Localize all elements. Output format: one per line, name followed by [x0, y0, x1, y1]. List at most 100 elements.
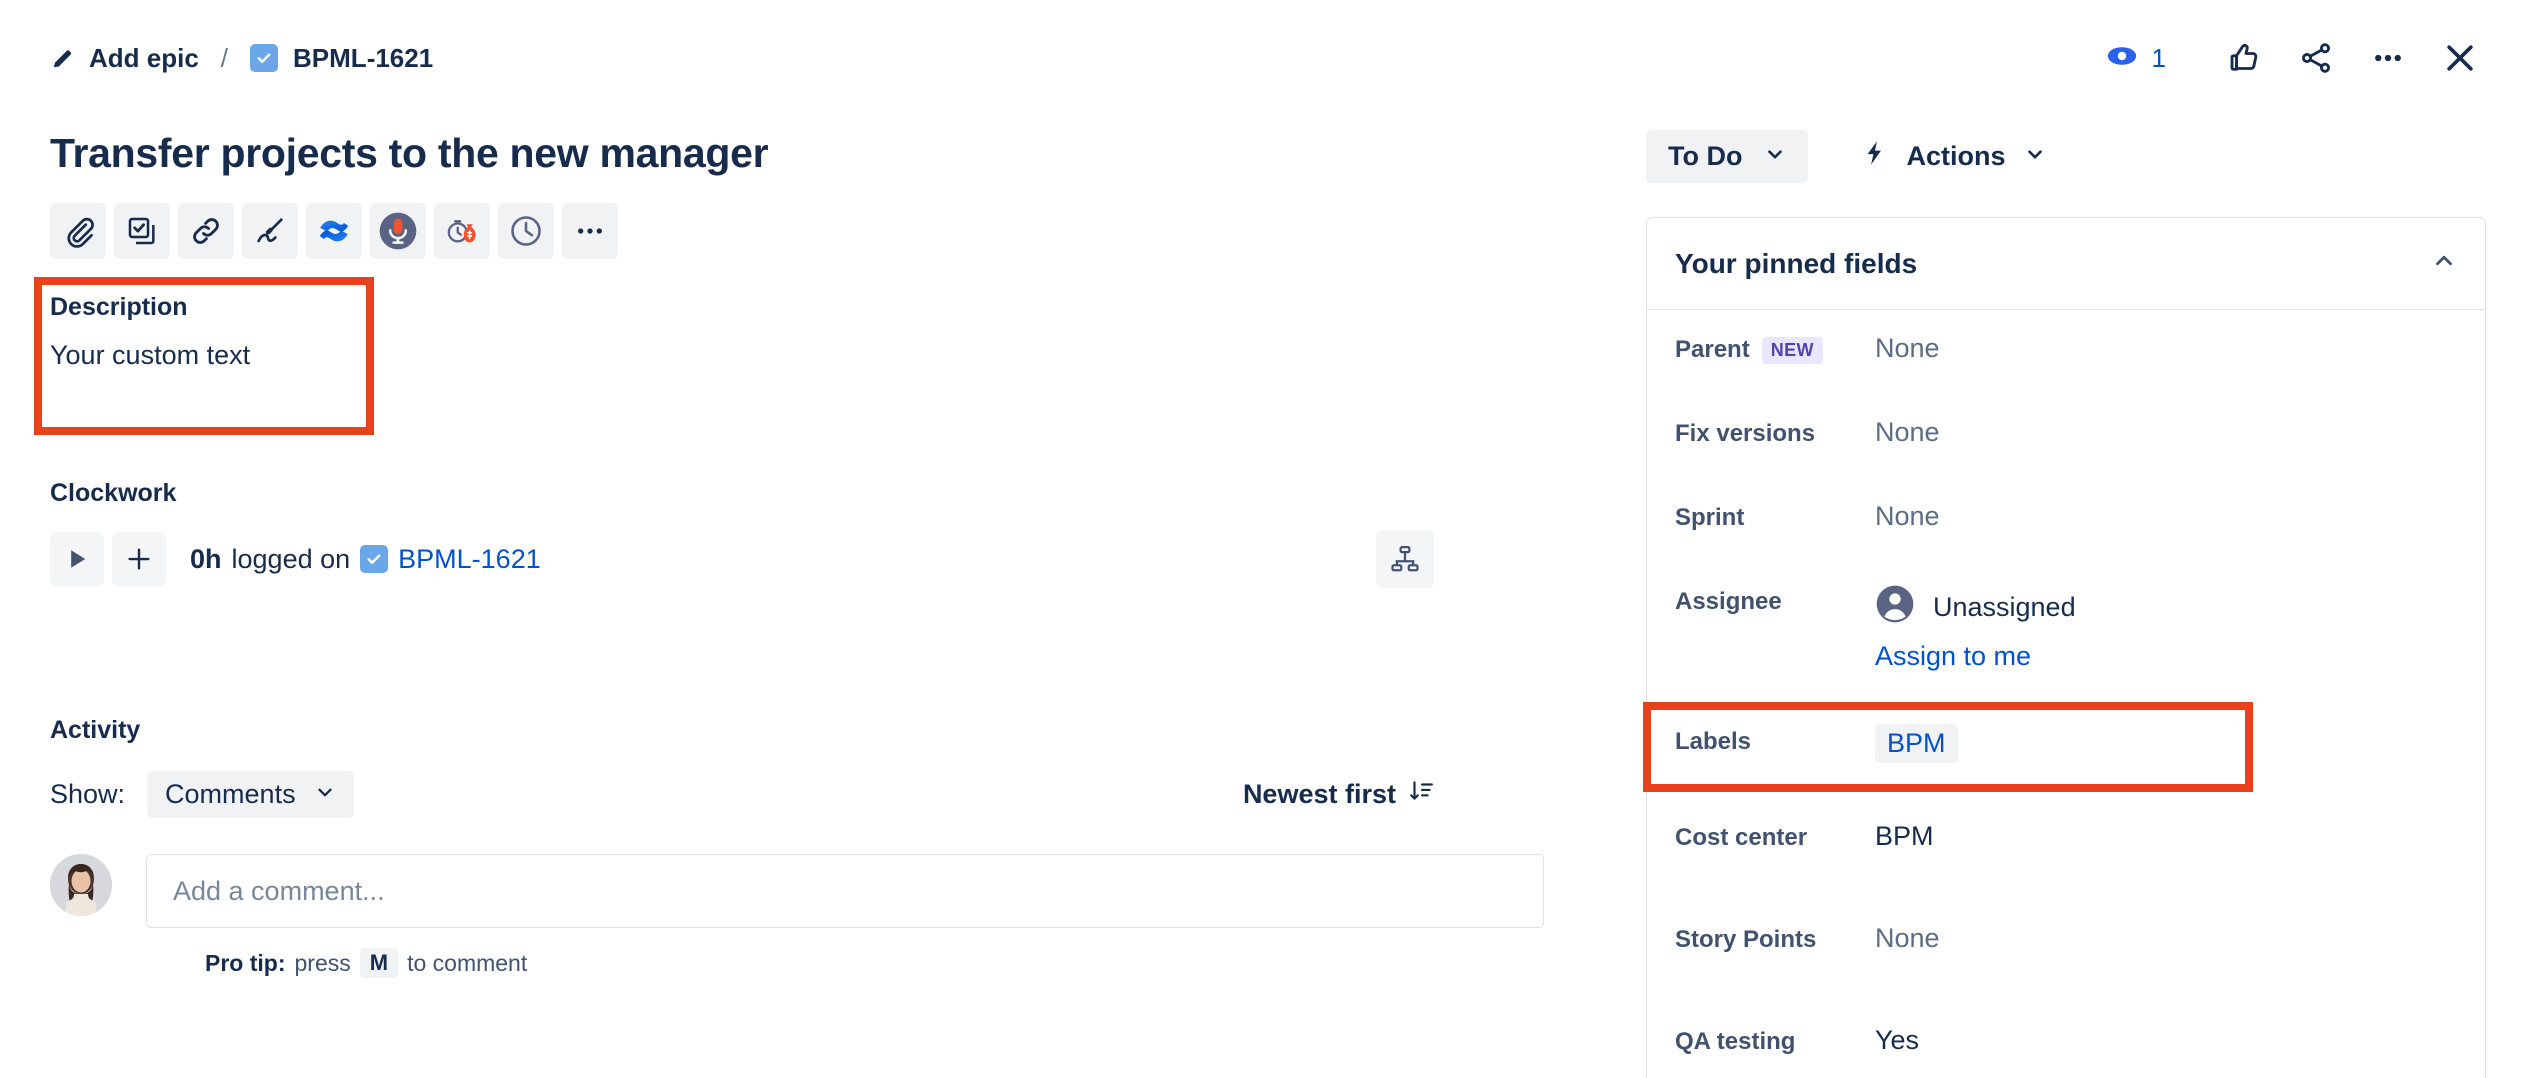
field-label: Labels — [1675, 724, 1875, 756]
actions-button[interactable]: Actions — [1844, 128, 2061, 185]
clockwork-logged-amount: 0h — [190, 544, 222, 575]
activity-show-label: Show: — [50, 779, 125, 810]
more-ellipsis-icon[interactable] — [2360, 30, 2416, 86]
description-heading: Description — [50, 293, 390, 322]
thumbs-up-icon[interactable] — [2216, 30, 2272, 86]
actions-label: Actions — [1906, 141, 2005, 172]
add-child-issue-icon[interactable] — [114, 203, 170, 259]
play-icon[interactable] — [50, 532, 104, 586]
field-row-fix-versions: Fix versions None — [1647, 416, 2485, 470]
assign-to-me-link[interactable]: Assign to me — [1875, 641, 2076, 672]
field-label-text: Cost center — [1675, 824, 1807, 852]
watch-count: 1 — [2152, 43, 2166, 74]
field-label: Cost center — [1675, 820, 1875, 852]
field-label-text: Labels — [1675, 728, 1751, 756]
pinned-fields-header[interactable]: Your pinned fields — [1647, 218, 2485, 310]
field-row-assignee: Assignee Unassigned Assign to me — [1647, 584, 2485, 694]
protip-prefix: Pro tip: — [205, 950, 286, 977]
description-body[interactable]: Your custom text — [50, 340, 390, 371]
link-issue-icon[interactable] — [178, 203, 234, 259]
field-label-text: Parent — [1675, 336, 1750, 364]
breadcrumb-separator: / — [221, 43, 228, 74]
protip-press: press — [295, 950, 351, 977]
field-value[interactable]: None — [1875, 500, 1940, 532]
field-label-text: Sprint — [1675, 504, 1744, 532]
chevron-down-icon — [2024, 141, 2046, 172]
status-badge[interactable]: To Do — [1646, 130, 1808, 183]
field-label: Fix versions — [1675, 416, 1875, 448]
ink-draw-icon[interactable] — [242, 203, 298, 259]
field-row-parent: Parent NEW None — [1647, 332, 2485, 386]
activity-filter-value: Comments — [165, 779, 296, 810]
share-icon[interactable] — [2288, 30, 2344, 86]
field-row-qa-testing: QA testing Yes — [1647, 1024, 2485, 1078]
activity-sort-button[interactable]: Newest first — [1243, 778, 1434, 811]
jira-issue-detail-view: Add epic / BPML-1621 1 — [0, 0, 2528, 1078]
hierarchy-tree-icon[interactable] — [1376, 530, 1434, 588]
status-value: To Do — [1668, 141, 1742, 172]
add-comment-row: Add a comment... — [50, 854, 1550, 928]
chevron-down-icon — [1764, 141, 1786, 172]
clockwork-logged-on-text: logged on — [232, 544, 351, 575]
microphone-icon[interactable] — [370, 203, 426, 259]
issue-main-column: Transfer projects to the new manager — [50, 116, 1550, 978]
assignee-current[interactable]: Unassigned — [1875, 584, 2076, 631]
clockwork-issue-link[interactable]: BPML-1621 — [398, 544, 541, 575]
breadcrumb-add-epic[interactable]: Add epic — [50, 43, 199, 74]
issue-action-toolbar — [50, 203, 1550, 259]
lightning-bolt-icon — [1860, 139, 1888, 174]
activity-controls: Show: Comments Newest first — [50, 771, 1520, 818]
plus-icon[interactable] — [112, 532, 166, 586]
close-x-icon[interactable] — [2432, 30, 2488, 86]
field-label: QA testing — [1675, 1024, 1875, 1056]
field-label-text: Story Points — [1675, 926, 1816, 954]
sidebar-top-controls: To Do Actions — [1646, 128, 2486, 185]
field-label-text: Assignee — [1675, 588, 1782, 616]
activity-section: Activity Show: Comments Newest first — [50, 716, 1550, 978]
confluence-icon[interactable] — [306, 203, 362, 259]
watch-button[interactable]: 1 — [2105, 39, 2166, 78]
more-ellipsis-icon[interactable] — [562, 203, 618, 259]
breadcrumb-bar: Add epic / BPML-1621 1 — [0, 0, 2528, 116]
field-value[interactable]: None — [1875, 332, 1940, 364]
page-title: Transfer projects to the new manager — [50, 130, 1550, 177]
protip-suffix: to comment — [407, 950, 527, 977]
field-value[interactable]: BPM — [1875, 820, 1934, 852]
pinned-fields-list: Parent NEW None Fix versions None Sprint — [1647, 310, 2485, 1078]
breadcrumb-add-epic-label: Add epic — [89, 43, 199, 74]
user-avatar[interactable] — [50, 854, 112, 916]
task-type-icon — [250, 44, 278, 72]
comment-protip: Pro tip: press M to comment — [205, 948, 1550, 978]
clock-icon[interactable] — [498, 203, 554, 259]
field-row-sprint: Sprint None — [1647, 500, 2485, 554]
label-chip[interactable]: BPM — [1875, 724, 1958, 763]
attach-icon[interactable] — [50, 203, 106, 259]
field-row-labels: Labels BPM — [1647, 724, 2485, 778]
activity-filter-select[interactable]: Comments — [147, 771, 354, 818]
field-value[interactable]: Yes — [1875, 1024, 1919, 1056]
pinned-fields-panel: Your pinned fields Parent NEW None Fix v… — [1646, 217, 2486, 1078]
field-row-story-points: Story Points None — [1647, 922, 2485, 976]
field-label: Story Points — [1675, 922, 1875, 954]
assignee-name: Unassigned — [1933, 592, 2076, 623]
chevron-down-icon — [314, 779, 336, 810]
field-row-cost-center: Cost center BPM — [1647, 820, 2485, 874]
breadcrumb-issue-key: BPML-1621 — [293, 43, 433, 74]
breadcrumb: Add epic / BPML-1621 — [50, 43, 433, 74]
chevron-up-icon[interactable] — [2431, 248, 2457, 279]
budget-stopwatch-icon[interactable] — [434, 203, 490, 259]
comment-input[interactable]: Add a comment... — [146, 854, 1544, 928]
clockwork-section: Clockwork 0h logged on BPML-1621 — [50, 479, 1550, 586]
field-value[interactable]: None — [1875, 416, 1940, 448]
breadcrumb-issue-link[interactable]: BPML-1621 — [250, 43, 433, 74]
description-section: Description Your custom text — [50, 293, 390, 371]
activity-heading: Activity — [50, 716, 1550, 745]
clockwork-row: 0h logged on BPML-1621 — [50, 532, 1520, 586]
protip-key: M — [360, 948, 398, 978]
field-label-text: Fix versions — [1675, 420, 1815, 448]
top-actions: 1 — [2105, 0, 2488, 116]
pencil-icon — [50, 45, 76, 71]
person-avatar-icon — [1875, 584, 1915, 631]
pinned-fields-title: Your pinned fields — [1675, 248, 1917, 280]
field-value[interactable]: None — [1875, 922, 1940, 954]
